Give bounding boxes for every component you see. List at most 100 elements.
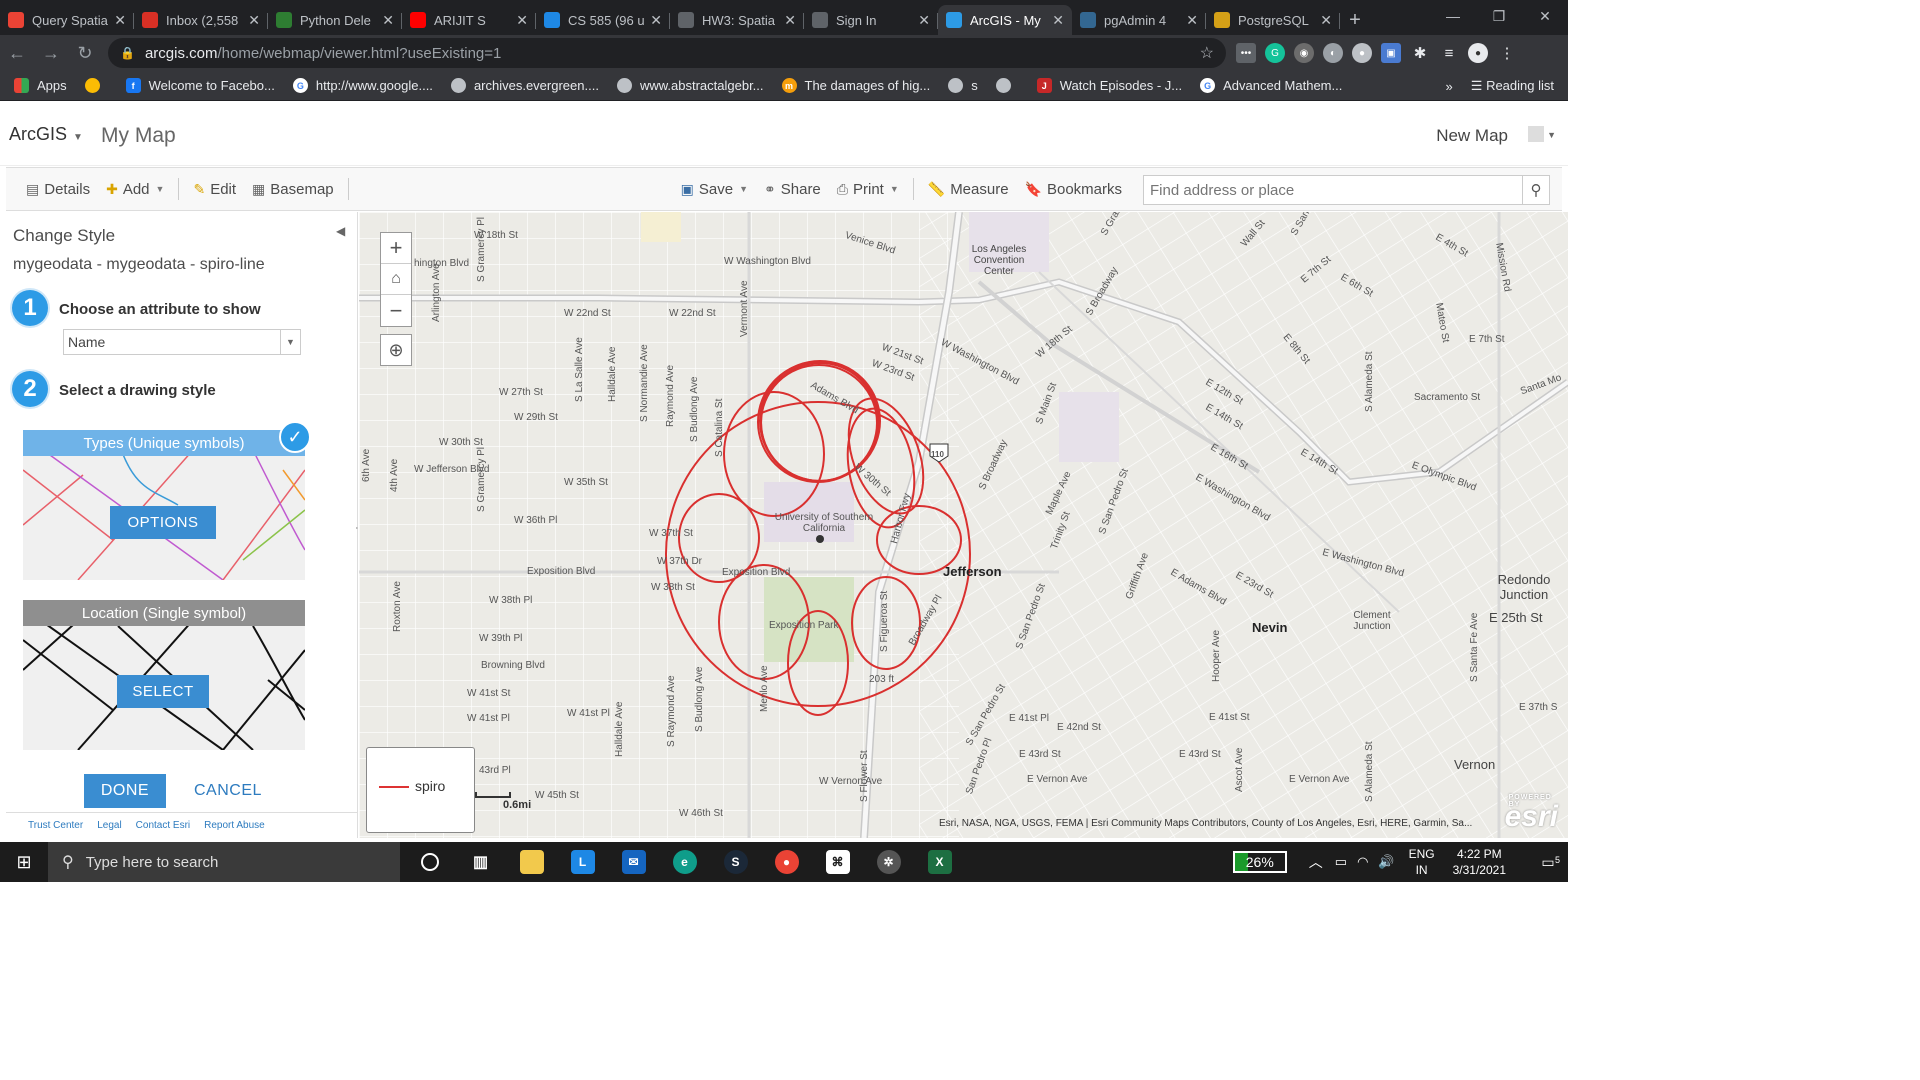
edit-button[interactable]: ✎ Edit — [185, 181, 244, 198]
bookmark-facebook[interactable]: f Welcome to Facebo... — [125, 78, 275, 93]
cortana-icon[interactable] — [404, 842, 455, 882]
tab-close-icon[interactable]: ✕ — [784, 12, 796, 29]
browser-tab[interactable]: pgAdmin 4 ✕ — [1072, 5, 1206, 35]
tab-close-icon[interactable]: ✕ — [114, 12, 126, 29]
language-indicator[interactable]: ENG IN — [1409, 846, 1435, 878]
close-icon[interactable]: ✕ — [1522, 0, 1568, 32]
tab-close-icon[interactable]: ✕ — [1320, 12, 1332, 29]
details-button[interactable]: ▤ Details — [18, 181, 98, 198]
extension-icon[interactable]: ◐ — [1323, 43, 1343, 63]
taskbar-search[interactable]: ⚲ Type here to search — [48, 842, 400, 882]
share-button[interactable]: ⚭ Share — [756, 181, 829, 198]
legal-link[interactable]: Legal — [97, 820, 121, 831]
add-button[interactable]: ✚ Add ▼ — [98, 181, 172, 198]
arcgis-brand-menu[interactable]: ArcGIS ▼ — [9, 124, 83, 145]
mail-icon[interactable]: ✉ — [608, 842, 659, 882]
app-web-icon[interactable]: ✲ — [863, 842, 914, 882]
types-style-card[interactable]: Types (Unique symbols) OPTIONS — [23, 430, 305, 580]
basemap-button[interactable]: ▦ Basemap — [244, 181, 342, 198]
bookmarks-button[interactable]: 🔖 Bookmarks — [1017, 181, 1130, 198]
browser-tab[interactable]: ARIJIT S ✕ — [402, 5, 536, 35]
location-style-card[interactable]: Location (Single symbol) SELECT — [23, 600, 305, 750]
volume-icon[interactable]: 🔊 — [1378, 854, 1394, 870]
collapse-panel-icon[interactable]: ◀ — [336, 224, 345, 238]
edge-icon[interactable]: e — [659, 842, 710, 882]
app-l-icon[interactable]: L — [557, 842, 608, 882]
minimize-icon[interactable]: — — [1430, 0, 1476, 32]
tab-close-icon[interactable]: ✕ — [248, 12, 260, 29]
bookmark-google[interactable]: Ghttp://www.google.... — [292, 78, 433, 93]
bookmark-star-icon[interactable]: ☆ — [1200, 43, 1214, 63]
browser-tab[interactable]: Query Spatia ✕ — [0, 5, 134, 35]
forward-icon[interactable]: → — [34, 36, 68, 70]
camera-icon[interactable]: ▣ — [1381, 43, 1401, 63]
bookmark-globe[interactable] — [995, 78, 1019, 93]
contact-esri-link[interactable]: Contact Esri — [136, 820, 190, 831]
zoom-out-button[interactable]: − — [381, 295, 411, 326]
battery-indicator[interactable]: 26% — [1232, 851, 1287, 873]
browser-tab[interactable]: Python Dele ✕ — [268, 5, 402, 35]
cancel-button[interactable]: CANCEL — [194, 782, 262, 800]
save-button[interactable]: ▣ Save ▼ — [673, 181, 756, 198]
bookmark-abstractalgebra[interactable]: www.abstractalgebr... — [616, 78, 764, 93]
windows-start-icon[interactable]: ⊞ — [0, 842, 48, 882]
address-bar[interactable]: 🔒 arcgis.com /home/webmap/viewer.html?us… — [108, 38, 1226, 68]
browser-tab[interactable]: Inbox (2,558 ✕ — [134, 5, 268, 35]
browser-tab[interactable]: Sign In ✕ — [804, 5, 938, 35]
measure-button[interactable]: 📏 Measure — [920, 181, 1017, 198]
battery-icon[interactable]: ▭ — [1335, 854, 1347, 870]
map-view[interactable]: W 18th St W Washington Blvd hington Blvd W … — [359, 212, 1568, 838]
bookmark-evergreen[interactable]: archives.evergreen.... — [450, 78, 599, 93]
tab-close-icon[interactable]: ✕ — [516, 12, 528, 29]
home-icon[interactable]: ⌂ — [381, 264, 411, 295]
trust-center-link[interactable]: Trust Center — [28, 820, 83, 831]
tab-close-icon[interactable]: ✕ — [918, 12, 930, 29]
steam-icon[interactable]: S — [710, 842, 761, 882]
chrome-icon[interactable]: ● — [761, 842, 812, 882]
puzzle-icon[interactable]: ✱ — [1410, 43, 1430, 63]
grammarly-icon[interactable]: G — [1265, 43, 1285, 63]
browser-tab[interactable]: HW3: Spatia ✕ — [670, 5, 804, 35]
new-tab-button[interactable]: + — [1340, 5, 1370, 35]
file-explorer-icon[interactable] — [506, 842, 557, 882]
done-button[interactable]: DONE — [84, 774, 166, 808]
profile-avatar[interactable]: ● — [1468, 43, 1488, 63]
zoom-in-button[interactable]: + — [381, 233, 411, 264]
new-map-button[interactable]: New Map — [1436, 126, 1508, 146]
incognito-icon[interactable]: ◉ — [1294, 43, 1314, 63]
bookmark-chrome[interactable] — [84, 78, 108, 93]
task-view-icon[interactable]: ▥ — [455, 842, 506, 882]
user-avatar[interactable] — [1528, 126, 1544, 142]
maximize-icon[interactable]: ❐ — [1476, 0, 1522, 32]
select-button[interactable]: SELECT — [117, 675, 209, 708]
bookmark-watch-episodes[interactable]: J Watch Episodes - J... — [1036, 78, 1182, 93]
excel-icon[interactable]: X — [914, 842, 965, 882]
app-box-icon[interactable]: ⌘ — [812, 842, 863, 882]
tab-close-icon[interactable]: ✕ — [650, 12, 662, 29]
more-bookmarks-button[interactable]: » — [1446, 79, 1453, 94]
tab-close-icon[interactable]: ✕ — [382, 12, 394, 29]
bookmark-s[interactable]: s — [948, 78, 978, 93]
chevron-up-icon[interactable]: ︿ — [1309, 852, 1323, 872]
report-abuse-link[interactable]: Report Abuse — [204, 820, 265, 831]
locate-icon[interactable]: ⊕ — [380, 334, 412, 366]
print-button[interactable]: ⎙ Print ▼ — [829, 181, 907, 198]
attribute-select[interactable]: Name ▼ — [63, 329, 301, 355]
extension-circle-icon[interactable]: ● — [1352, 43, 1372, 63]
chevron-down-icon[interactable]: ▼ — [1547, 130, 1556, 140]
media-icon[interactable]: ≡ — [1439, 43, 1459, 63]
reload-icon[interactable]: ↻ — [68, 36, 102, 70]
extension-dots-icon[interactable]: ••• — [1236, 43, 1256, 63]
bookmark-damages[interactable]: m The damages of hig... — [781, 78, 930, 93]
find-address-input[interactable] — [1143, 175, 1523, 205]
wifi-icon[interactable]: ◠ — [1357, 854, 1368, 870]
clock[interactable]: 4:22 PM 3/31/2021 — [1453, 846, 1506, 878]
tab-close-icon[interactable]: ✕ — [1052, 12, 1064, 29]
options-button[interactable]: OPTIONS — [110, 506, 216, 539]
back-icon[interactable]: ← — [0, 36, 34, 70]
notification-icon[interactable]: ▭ 5 — [1528, 854, 1568, 871]
bookmark-apps[interactable]: Apps — [14, 78, 67, 93]
browser-tab[interactable]: ArcGIS - My ✕ — [938, 5, 1072, 35]
bookmark-advanced-math[interactable]: G Advanced Mathem... — [1200, 78, 1342, 93]
search-icon[interactable]: ⚲ — [1523, 175, 1550, 205]
